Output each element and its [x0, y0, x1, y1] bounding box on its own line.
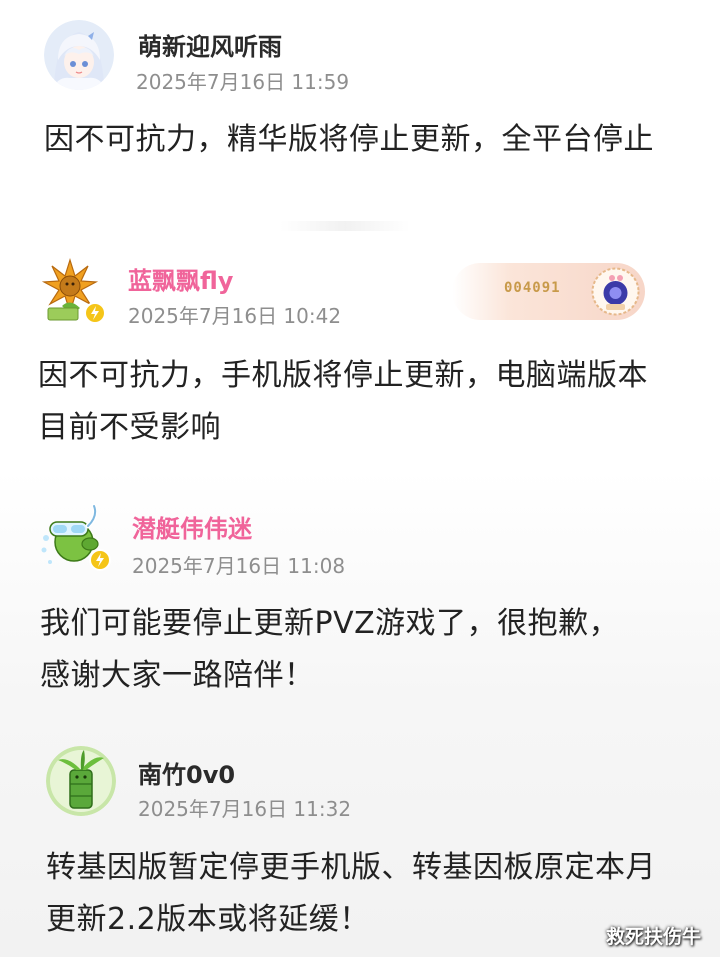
comment-post-4: 南竹0v0 2025年7月16日 11:32 转基因版暂定停更手机版、转基因板原…: [0, 0, 720, 957]
watermark: 救死扶伤牛: [606, 926, 702, 948]
username[interactable]: 南竹0v0: [138, 755, 235, 790]
bamboo-avatar-icon[interactable]: [46, 746, 116, 816]
comment-feed: 萌新迎风听雨 2025年7月16日 11:59 因不可抗力，精华版将停止更新，全…: [0, 0, 720, 957]
comment-text: 转基因版暂定停更手机版、转基因板原定本月更新2.2版本或将延缓！: [46, 850, 656, 937]
timestamp: 2025年7月16日 11:32: [138, 797, 352, 821]
